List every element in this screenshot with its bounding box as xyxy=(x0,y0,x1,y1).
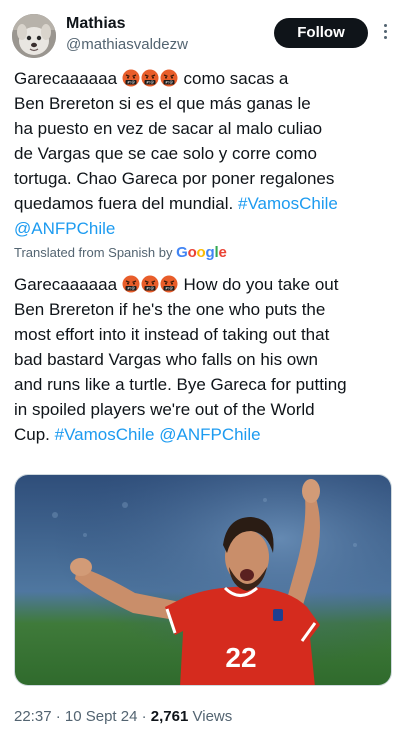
svg-text:#!@: #!@ xyxy=(165,81,173,85)
author-name[interactable]: Mathias xyxy=(66,15,126,33)
more-vertical-icon[interactable] xyxy=(378,22,392,44)
angry-face-icon: #!@ xyxy=(141,69,159,87)
mention-link[interactable]: @ANFPChile xyxy=(14,219,115,238)
translated-by-label[interactable]: Translated from Spanish by Google xyxy=(14,244,227,261)
text-line: @ANFPChile xyxy=(14,216,394,241)
text-line: Ben Brereton if he's the one who puts th… xyxy=(14,300,326,319)
dog-avatar-icon[interactable] xyxy=(12,14,56,58)
angry-face-icon: #!@ xyxy=(122,275,140,293)
text-fragment: Garecaaaaaa xyxy=(14,275,118,294)
svg-text:#!@: #!@ xyxy=(146,287,154,291)
text-fragment: Cup. xyxy=(14,425,55,444)
text-line: de Vargas que se cae solo y corre como xyxy=(14,144,318,163)
angry-face-icon: #!@ xyxy=(141,275,159,293)
follow-button[interactable]: Follow xyxy=(274,18,368,48)
svg-text:#!@: #!@ xyxy=(127,287,135,291)
google-logo: Google xyxy=(176,244,227,261)
text-fragment: como sacas a xyxy=(178,69,289,88)
text-fragment: Garecaaaaaa xyxy=(14,69,118,88)
hashtag-link[interactable]: #VamosChile xyxy=(238,194,338,213)
tweet-translated-text: Garecaaaaaa #!@ #!@ #!@ How do you take ou… xyxy=(14,272,394,447)
text-line: Cup. #VamosChile @ANFPChile xyxy=(14,422,394,447)
tweet-meta: 22:37 · 10 Sept 24 · 2,761 Views xyxy=(14,708,233,725)
angry-face-icon: #!@ xyxy=(160,275,178,293)
tweet-media-photo[interactable]: 22 xyxy=(14,474,392,686)
text-line: tortuga. Chao Gareca por poner regalones xyxy=(14,169,335,188)
views-label: Views xyxy=(188,708,233,725)
angry-face-icon: #!@ xyxy=(160,69,178,87)
author-handle[interactable]: @mathiasvaldezw xyxy=(66,36,188,53)
text-line: bad bastard Vargas who falls on his own xyxy=(14,350,318,369)
angry-face-icon: #!@ xyxy=(122,69,140,87)
svg-text:#!@: #!@ xyxy=(165,287,173,291)
tweet-original-text: Garecaaaaaa #!@ #!@ #!@ como sacas a Ben B… xyxy=(14,66,394,241)
text-line: in spoiled players we're out of the Worl… xyxy=(14,400,315,419)
mention-link[interactable]: @ANFPChile xyxy=(159,425,260,444)
translated-by-text: Translated from Spanish by xyxy=(14,245,177,260)
text-line: quedamos fuera del mundial. #VamosChile xyxy=(14,191,394,216)
text-line: most effort into it instead of taking ou… xyxy=(14,325,330,344)
hashtag-link[interactable]: #VamosChile xyxy=(55,425,155,444)
text-fragment: How do you take out xyxy=(178,275,339,294)
svg-text:#!@: #!@ xyxy=(127,81,135,85)
text-line: ha puesto en vez de sacar al malo culiao xyxy=(14,119,323,138)
text-fragment: quedamos fuera del mundial. xyxy=(14,194,238,213)
jersey-number: 22 xyxy=(225,642,256,673)
tweet-header: Mathias @mathiasvaldezw Follow xyxy=(0,0,404,66)
tweet-date[interactable]: 10 Sept 24 xyxy=(65,708,138,725)
text-line: Garecaaaaaa #!@ #!@ #!@ How do you take ou… xyxy=(14,272,394,297)
views-count: 2,761 xyxy=(150,708,189,725)
svg-text:#!@: #!@ xyxy=(146,81,154,85)
tweet-time[interactable]: 22:37 xyxy=(14,708,52,725)
text-line: Garecaaaaaa #!@ #!@ #!@ como sacas a xyxy=(14,66,394,91)
text-line: Ben Brereton si es el que más ganas le xyxy=(14,94,311,113)
text-line: and runs like a turtle. Bye Gareca for p… xyxy=(14,375,347,394)
